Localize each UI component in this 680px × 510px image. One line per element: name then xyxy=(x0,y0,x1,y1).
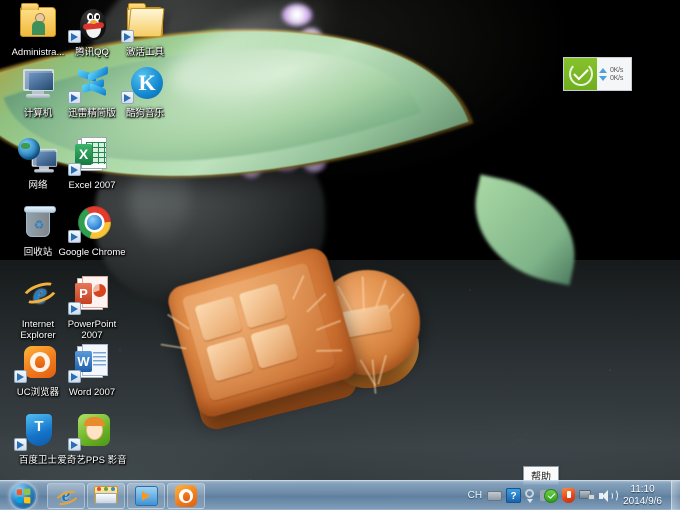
ime-keyboard-icon[interactable] xyxy=(487,490,503,501)
desktop-icon-label: Excel 2007 xyxy=(68,180,116,191)
media-player-icon xyxy=(134,485,158,506)
download-speed-value: 0K/s xyxy=(610,74,624,82)
desktop-icon-label: Google Chrome xyxy=(58,247,126,258)
desktop-icon-iqiyi-pps[interactable]: 爱奇艺PPS 影音 xyxy=(57,413,127,466)
internet-explorer-icon: e xyxy=(53,485,81,508)
taskbar-uc-browser[interactable] xyxy=(167,482,205,509)
network-icon xyxy=(14,138,62,178)
desktop-icon-powerpoint-2007[interactable]: P PowerPoint 2007 xyxy=(57,276,127,341)
arrow-up-icon xyxy=(599,67,607,73)
desktop-icon-word-2007[interactable]: W Word 2007 xyxy=(57,344,127,398)
recycle-bin-icon: ♻ xyxy=(14,205,62,245)
desktop-icon-grid: Administra... 腾讯QQ 激活工具 计算机 迅雷精简版 K 酷狗音乐… xyxy=(0,0,165,480)
upload-speed-row: 0K/s xyxy=(599,67,628,74)
desktop-icon-label: Word 2007 xyxy=(68,387,116,398)
shortcut-overlay-icon xyxy=(121,30,134,43)
speed-readout: 0K/s 0K/s xyxy=(597,58,631,90)
shortcut-overlay-icon xyxy=(68,30,81,43)
show-desktop-button[interactable] xyxy=(671,480,680,510)
ime-settings-gear-icon[interactable] xyxy=(525,488,535,503)
taskbar-file-explorer[interactable] xyxy=(87,482,125,509)
network-speed-widget[interactable]: 0K/s 0K/s xyxy=(563,57,632,91)
taskbar-media-player[interactable] xyxy=(127,482,165,509)
uc-browser-icon xyxy=(14,345,62,385)
user-folder-icon xyxy=(14,3,62,45)
taskbar-internet-explorer[interactable]: e xyxy=(47,482,85,509)
desktop-icon-label: 激活工具 xyxy=(125,47,164,58)
ime-language-indicator[interactable]: CH xyxy=(467,490,483,501)
powerpoint-icon: P xyxy=(68,276,116,317)
folder-open-icon xyxy=(121,3,169,45)
system-tray: CH ? 11:10 2014/9/6 xyxy=(467,484,670,508)
word-icon: W xyxy=(68,344,116,385)
desktop-icon-excel-2007[interactable]: X Excel 2007 xyxy=(57,137,127,191)
security-shield-icon[interactable] xyxy=(562,488,576,503)
uc-browser-icon xyxy=(175,484,197,507)
kugou-music-icon: K xyxy=(121,66,169,106)
taskbar-clock[interactable]: 11:10 2014/9/6 xyxy=(619,484,667,508)
taskbar: e CH ? 11:10 2014/9/6 xyxy=(0,480,680,510)
shortcut-overlay-icon xyxy=(68,163,81,176)
folder-icon xyxy=(94,486,118,505)
arrow-down-icon xyxy=(599,75,607,81)
ime-help-icon[interactable]: ? xyxy=(506,488,522,503)
download-speed-row: 0K/s xyxy=(599,75,628,82)
thunder-icon xyxy=(68,65,116,106)
desktop-icon-label: 爱奇艺PPS 影音 xyxy=(57,455,127,466)
computer-icon xyxy=(14,66,62,106)
windows-logo-icon xyxy=(10,482,36,509)
baidu-guard-shield-icon xyxy=(14,413,62,453)
upload-speed-value: 0K/s xyxy=(610,66,624,74)
shortcut-overlay-icon xyxy=(68,438,81,451)
clock-date: 2014/9/6 xyxy=(623,495,662,507)
shortcut-overlay-icon xyxy=(68,91,81,104)
internet-explorer-icon: e xyxy=(14,277,62,317)
network-ok-icon[interactable] xyxy=(540,488,559,503)
volume-icon[interactable] xyxy=(599,489,619,503)
shortcut-overlay-icon xyxy=(68,302,81,315)
chrome-icon xyxy=(68,205,116,245)
shortcut-overlay-icon xyxy=(14,438,27,451)
desktop-icon-label: 酷狗音乐 xyxy=(125,108,164,119)
shortcut-overlay-icon xyxy=(121,91,134,104)
excel-icon: X xyxy=(68,137,116,178)
desktop-icon-google-chrome[interactable]: Google Chrome xyxy=(57,205,127,258)
start-button[interactable] xyxy=(0,481,46,510)
qq-penguin-icon xyxy=(68,5,116,45)
network-connection-icon[interactable] xyxy=(579,489,596,502)
desktop-icon-kugou-music[interactable]: K 酷狗音乐 xyxy=(110,66,180,119)
desktop-icon-label: PowerPoint 2007 xyxy=(67,319,117,341)
iqiyi-pps-icon xyxy=(68,413,116,453)
shortcut-overlay-icon xyxy=(14,370,27,383)
shortcut-overlay-icon xyxy=(68,230,81,243)
clock-time: 11:10 xyxy=(630,483,655,495)
desktop-icon-activation-tool[interactable]: 激活工具 xyxy=(110,3,180,58)
green-check-icon[interactable] xyxy=(564,58,597,90)
shortcut-overlay-icon xyxy=(68,370,81,383)
